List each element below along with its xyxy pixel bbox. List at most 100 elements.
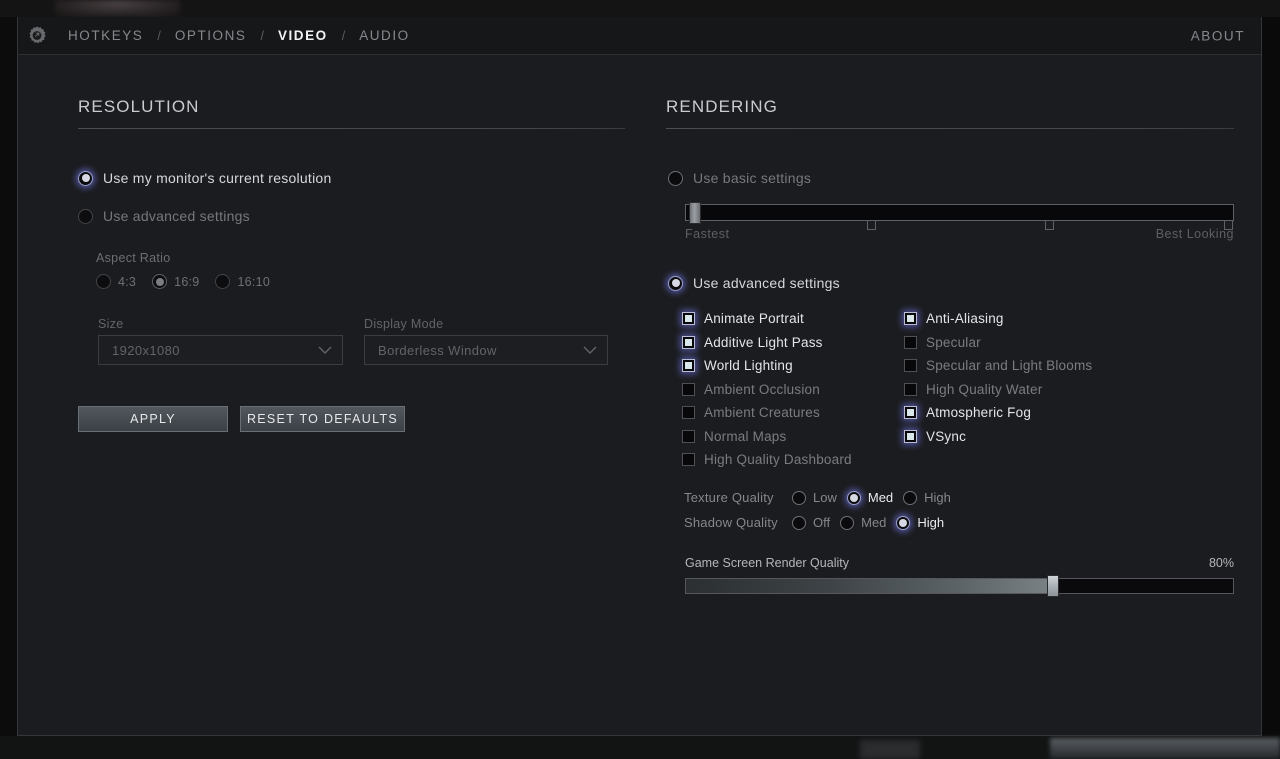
radio-resolution-use-advanced[interactable]: Use advanced settings <box>78 208 250 224</box>
checkbox-label-high-quality-dashboard: High Quality Dashboard <box>704 452 852 468</box>
checkbox-label-anti-aliasing: Anti-Aliasing <box>926 311 1004 327</box>
checkbox-label-specular: Specular <box>926 334 981 350</box>
texture-quality-label-med: Med <box>867 490 894 505</box>
radio-use-monitor-resolution[interactable]: Use my monitor's current resolution <box>78 170 332 186</box>
checkbox-normal-maps <box>682 429 695 443</box>
desktop-bottom-bleed <box>0 736 1280 759</box>
basic-quality-slider[interactable] <box>685 202 1234 230</box>
gear-icon[interactable] <box>20 17 54 55</box>
checkbox-world-lighting <box>682 359 695 373</box>
display-mode-dropdown-value: Borderless Window <box>378 342 497 358</box>
tab-options[interactable]: OPTIONS <box>161 28 261 43</box>
shadow-quality-row: Shadow Quality Off Med High <box>684 515 944 530</box>
texture-quality-option-med[interactable]: Med <box>846 490 894 505</box>
render-quality-slider[interactable] <box>685 575 1234 597</box>
texture-quality-label-low: Low <box>813 490 837 505</box>
tab-audio[interactable]: AUDIO <box>345 28 424 43</box>
apply-button[interactable]: APPLY <box>78 406 228 432</box>
aspect-option-16-9[interactable]: 16:9 <box>152 274 199 289</box>
checkbox-label-world-lighting: World Lighting <box>704 358 793 374</box>
radio-indicator-aspect-16-10 <box>215 274 231 289</box>
checkbox-atmospheric-fog <box>904 406 917 420</box>
checkbox-additive-light-pass <box>682 335 695 349</box>
shadow-quality-label-high: High <box>917 515 945 530</box>
texture-quality-option-low[interactable]: Low <box>792 490 837 505</box>
desktop-top-bleed <box>0 0 1280 17</box>
checkbox-label-atmospheric-fog: Atmospheric Fog <box>926 405 1032 421</box>
checkbox-row-world-lighting[interactable]: World Lighting <box>682 354 852 378</box>
settings-body: RESOLUTION Use my monitor's current reso… <box>18 55 1261 735</box>
desktop-left-bleed <box>0 17 17 736</box>
radio-label-resolution-advanced: Use advanced settings <box>103 208 250 224</box>
checkbox-row-animate-portrait[interactable]: Animate Portrait <box>682 307 852 331</box>
checkbox-row-specular[interactable]: Specular <box>904 331 1092 355</box>
checkbox-row-additive-light-pass[interactable]: Additive Light Pass <box>682 331 852 355</box>
checkbox-row-ambient-occlusion[interactable]: Ambient Occlusion <box>682 378 852 402</box>
checkbox-row-anti-aliasing[interactable]: Anti-Aliasing <box>904 307 1092 331</box>
aspect-option-4-3[interactable]: 4:3 <box>96 274 136 289</box>
radio-indicator-rendering-advanced <box>668 275 683 291</box>
display-mode-dropdown[interactable]: Borderless Window <box>364 335 608 365</box>
basic-slider-captions: Fastest Best Looking <box>685 227 1234 241</box>
checkbox-row-specular-and-light-blooms[interactable]: Specular and Light Blooms <box>904 354 1092 378</box>
checkbox-row-high-quality-water[interactable]: High Quality Water <box>904 378 1092 402</box>
checkbox-specular <box>904 335 917 349</box>
aspect-ratio-label: Aspect Ratio <box>96 251 171 265</box>
checkbox-high-quality-water <box>904 382 917 396</box>
rendering-column: RENDERING <box>649 55 1234 129</box>
settings-window: HOTKEYS / OPTIONS / VIDEO / AUDIO ABOUT … <box>17 17 1262 736</box>
radio-indicator-resolution-advanced <box>78 208 93 224</box>
display-mode-label: Display Mode <box>364 317 444 331</box>
basic-slider-min-caption: Fastest <box>685 227 730 241</box>
size-label: Size <box>98 317 124 331</box>
shadow-quality-option-high[interactable]: High <box>896 515 944 530</box>
checkbox-label-animate-portrait: Animate Portrait <box>704 311 804 327</box>
rendering-section-title: RENDERING <box>666 97 778 116</box>
reset-to-defaults-button[interactable]: RESET TO DEFAULTS <box>240 406 405 432</box>
radio-indicator-aspect-4-3 <box>96 274 111 289</box>
tab-bar: HOTKEYS / OPTIONS / VIDEO / AUDIO ABOUT <box>18 17 1261 55</box>
tab-hotkeys[interactable]: HOTKEYS <box>54 28 157 43</box>
shadow-quality-label-off: Off <box>813 515 831 530</box>
render-quality-label: Game Screen Render Quality <box>685 556 849 570</box>
checkbox-row-atmospheric-fog[interactable]: Atmospheric Fog <box>904 401 1092 425</box>
checkbox-row-ambient-creatures[interactable]: Ambient Creatures <box>682 401 852 425</box>
radio-label-use-basic: Use basic settings <box>693 170 812 186</box>
basic-slider-handle[interactable] <box>689 202 701 224</box>
checkbox-row-normal-maps[interactable]: Normal Maps <box>682 425 852 449</box>
texture-quality-row: Texture Quality Low Med High <box>684 490 951 505</box>
radio-rendering-use-advanced[interactable]: Use advanced settings <box>668 275 840 291</box>
shadow-quality-label-med: Med <box>861 515 887 530</box>
aspect-option-16-10[interactable]: 16:10 <box>215 274 270 289</box>
texture-quality-option-high[interactable]: High <box>903 490 951 505</box>
checkbox-label-ambient-occlusion: Ambient Occlusion <box>704 381 820 397</box>
checkbox-ambient-creatures <box>682 406 695 420</box>
radio-indicator-texture-med <box>846 490 861 505</box>
checkbox-specular-and-light-blooms <box>904 359 917 373</box>
checkbox-label-high-quality-water: High Quality Water <box>926 381 1043 397</box>
tab-video[interactable]: VIDEO <box>264 28 342 43</box>
radio-use-basic-settings[interactable]: Use basic settings <box>668 170 811 186</box>
shadow-quality-label: Shadow Quality <box>684 515 778 530</box>
checkbox-anti-aliasing <box>904 312 917 326</box>
aspect-ratio-group: 4:3 16:9 16:10 <box>96 274 286 289</box>
basic-slider-track <box>685 204 1234 221</box>
resolution-section-title: RESOLUTION <box>78 97 200 116</box>
render-quality-handle[interactable] <box>1047 575 1059 597</box>
basic-slider-max-caption: Best Looking <box>1155 227 1234 241</box>
shadow-quality-option-off[interactable]: Off <box>792 515 830 530</box>
chevron-down-icon <box>318 346 332 354</box>
checkbox-row-high-quality-dashboard[interactable]: High Quality Dashboard <box>682 448 852 472</box>
checkbox-vsync <box>904 429 917 443</box>
radio-indicator-use-monitor <box>78 170 93 186</box>
aspect-label-16-10: 16:10 <box>237 274 271 289</box>
checkbox-label-specular-and-light-blooms: Specular and Light Blooms <box>926 358 1093 374</box>
radio-label-rendering-advanced: Use advanced settings <box>693 275 840 291</box>
rendering-checkbox-column-left: Animate Portrait Additive Light Pass Wor… <box>682 307 852 472</box>
about-link[interactable]: ABOUT <box>1191 28 1245 43</box>
render-quality-fill <box>686 579 1053 593</box>
checkbox-row-vsync[interactable]: VSync <box>904 425 1092 449</box>
shadow-quality-option-med[interactable]: Med <box>840 515 886 530</box>
size-dropdown[interactable]: 1920x1080 <box>98 335 343 365</box>
resolution-divider <box>78 128 625 129</box>
